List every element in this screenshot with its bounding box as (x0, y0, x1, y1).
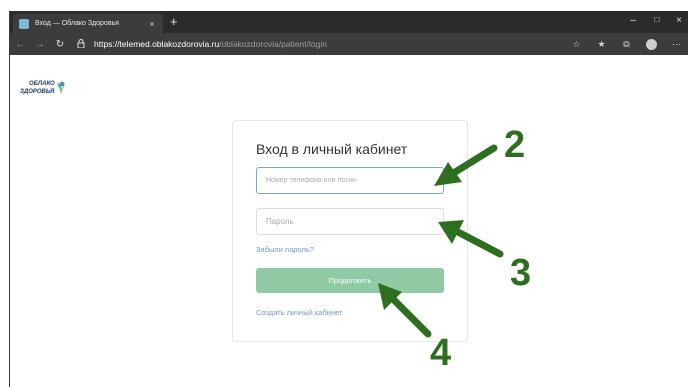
maximize-button[interactable]: □ (648, 15, 666, 24)
tab-close-icon[interactable]: × (147, 19, 157, 29)
more-menu-icon[interactable]: ⋯ (664, 39, 688, 50)
lock-icon[interactable] (74, 38, 88, 50)
url-field[interactable]: https://telemed.oblakozdorovia.ru/oblako… (94, 39, 327, 49)
close-window-button[interactable]: × (670, 15, 688, 26)
create-account-link[interactable]: Создать личный кабинет (256, 308, 342, 317)
site-logo[interactable]: ОБЛАКО ЗДОРОВЬЯ (20, 77, 66, 103)
step-number-4: 4 (430, 332, 452, 374)
forgot-password-link[interactable]: Забыли пароль? (256, 245, 314, 254)
page-content: ОБЛАКО ЗДОРОВЬЯ Вход в личный кабинет За… (10, 55, 688, 387)
minimize-button[interactable]: – (624, 15, 642, 26)
reload-icon[interactable]: ↻ (50, 39, 70, 50)
back-arrow-icon[interactable]: ← (10, 39, 30, 50)
url-path: /oblakozdorovia/patient/login (219, 39, 327, 49)
toolbar-icons: ☆ ★ ⧉ ⋯ (564, 33, 688, 55)
tab-title: Вход — Облако Здоровья (35, 20, 119, 27)
forward-arrow-icon[interactable]: → (30, 39, 50, 50)
login-input[interactable] (256, 167, 444, 194)
tab-bar: Вход — Облако Здоровья × + – □ × (10, 11, 688, 33)
collections-icon[interactable]: ⧉ (614, 39, 639, 50)
favorite-star-icon[interactable]: ☆ (564, 39, 589, 50)
favicon-icon (19, 18, 29, 29)
favorites-list-icon[interactable]: ★ (589, 39, 614, 50)
logo-line-1: ОБЛАКО (29, 81, 55, 87)
address-bar: ← → ↻ https://telemed.oblakozdorovia.ru/… (10, 33, 688, 55)
url-host: https://telemed.oblakozdorovia.ru (94, 39, 220, 49)
login-card: Вход в личный кабинет Забыли пароль? Про… (232, 120, 468, 342)
new-tab-button[interactable]: + (170, 15, 178, 29)
step-number-3: 3 (510, 252, 532, 294)
logo-line-2: ЗДОРОВЬЯ (20, 89, 55, 95)
continue-button[interactable]: Продолжить (256, 268, 444, 293)
step-number-2: 2 (504, 124, 526, 166)
page-title: Вход в личный кабинет (256, 141, 408, 157)
leaf-icon (57, 81, 65, 95)
browser-window: Вход — Облако Здоровья × + – □ × ← → ↻ h… (9, 11, 688, 387)
browser-tab[interactable]: Вход — Облако Здоровья × (13, 14, 163, 33)
password-input[interactable] (256, 208, 444, 235)
profile-avatar[interactable] (646, 38, 657, 50)
